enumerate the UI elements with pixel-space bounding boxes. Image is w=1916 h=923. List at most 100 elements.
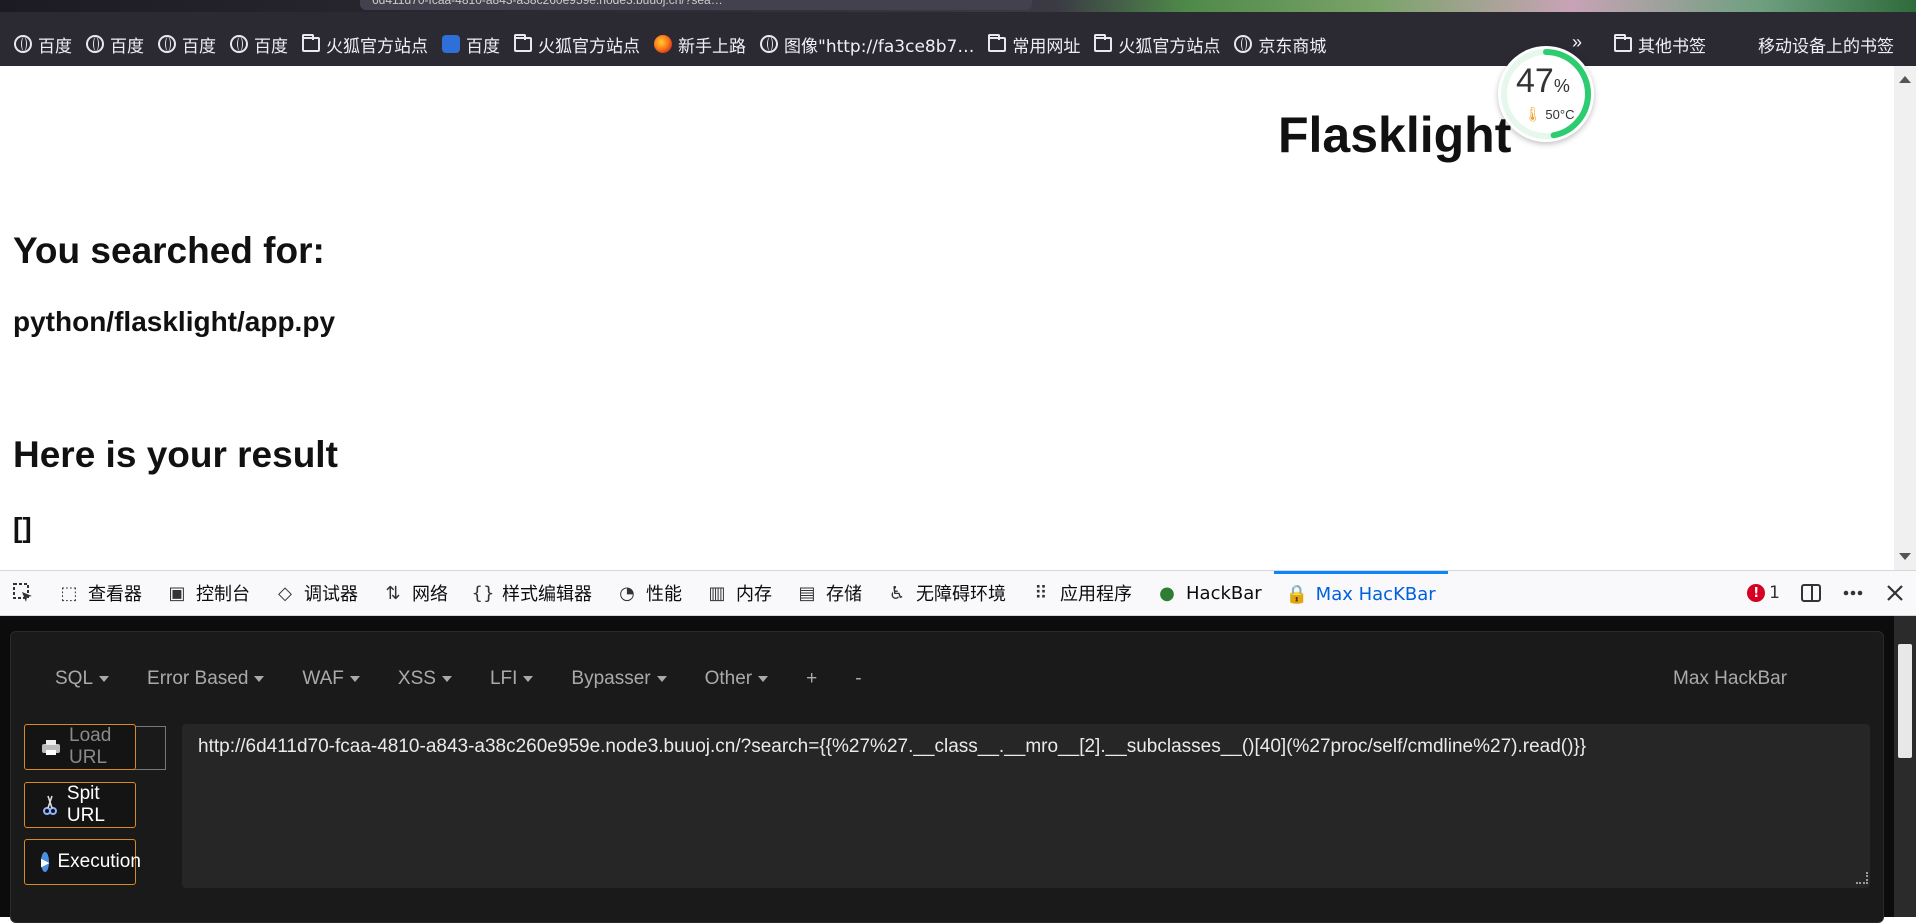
devtools-tab-label: 存储	[826, 584, 862, 605]
inspector-icon: ⬚	[60, 582, 78, 604]
load-url-button[interactable]: Load URL	[24, 724, 136, 770]
folder-icon	[302, 33, 320, 52]
bookmark-item[interactable]: 火狐官方站点	[514, 32, 640, 57]
bookmark-item[interactable]: 火狐官方站点	[1094, 32, 1220, 57]
globe-icon	[158, 35, 176, 53]
hackbar-brand: Max HackBar	[1673, 668, 1788, 689]
bookmark-label: 百度	[110, 36, 144, 57]
hackbar-menu: SQL Error Based WAF XSS LFI Bypasser Other + -	[55, 668, 900, 690]
result-value: []	[13, 512, 32, 543]
other-bookmarks-label: 其他书签	[1638, 37, 1706, 57]
devtools-tab[interactable]: ▣ 控制台	[154, 571, 262, 615]
hackbar-menu-item[interactable]: Other	[705, 668, 769, 690]
devtools-tab[interactable]: ▤ 存储	[784, 571, 874, 615]
bookmark-label: 火狐官方站点	[326, 36, 428, 57]
execute-button[interactable]: ▶ Execution	[24, 839, 141, 885]
error-count-badge[interactable]: ! 1	[1747, 583, 1780, 603]
dropdown-caret-icon	[758, 676, 769, 682]
scroll-down-arrow-icon[interactable]	[1899, 553, 1911, 560]
usage-value: 47	[1516, 62, 1554, 100]
bookmark-item[interactable]: 百度	[14, 32, 72, 57]
hackbar-menu-item[interactable]: WAF	[302, 668, 360, 690]
cpu-usage-widget[interactable]: 47% 🌡 50°C	[1498, 46, 1594, 142]
element-picker-button[interactable]	[0, 582, 46, 604]
scroll-up-arrow-icon[interactable]	[1899, 76, 1911, 83]
bookmark-label: 新手上路	[678, 36, 746, 57]
bookmark-item[interactable]: 京东商城	[1234, 32, 1326, 57]
resize-grip-icon[interactable]	[1856, 872, 1868, 884]
load-url-label: Load URL	[69, 725, 112, 768]
devtools-tab[interactable]: 🔒 Max HacKBar	[1273, 571, 1448, 615]
bookmark-item[interactable]: 百度	[230, 32, 288, 57]
devtools-tab[interactable]: {} 样式编辑器	[460, 571, 604, 615]
url-textarea[interactable]: http://6d411d70-fcaa-4810-a843-a38c260e9…	[182, 724, 1870, 888]
hackbar-menu-item[interactable]: LFI	[490, 668, 534, 690]
hackbar-menu-label: XSS	[397, 668, 436, 689]
folder-icon	[514, 33, 532, 52]
devtools-tab-label: 性能	[646, 584, 682, 605]
more-options-icon[interactable]	[1842, 582, 1864, 604]
result-heading: Here is your result	[13, 434, 338, 475]
devtools-tab-label: 内存	[736, 584, 772, 605]
devtools-tab[interactable]: ⇅ 网络	[370, 571, 460, 615]
hackbar-menu-item[interactable]: XSS	[398, 668, 452, 690]
hackbar-menu-item[interactable]: +	[806, 668, 817, 690]
devtools-tab[interactable]: ● HackBar	[1144, 571, 1274, 615]
hackbar-menu-item[interactable]: SQL	[55, 668, 110, 690]
storage-icon: ▤	[798, 582, 816, 604]
hackbar-menu-item[interactable]: Error Based	[147, 668, 265, 690]
other-bookmarks-folder[interactable]: 其他书签	[1614, 32, 1706, 57]
bookmark-item[interactable]: 常用网址	[988, 32, 1080, 57]
bookmark-label: 火狐官方站点	[538, 36, 640, 57]
console-icon: ▣	[168, 582, 186, 604]
play-icon: ▶	[41, 852, 50, 872]
bookmark-item[interactable]: 火狐官方站点	[302, 32, 428, 57]
page-content: Flasklight You searched for: python/flas…	[0, 66, 1894, 570]
close-devtools-icon[interactable]	[1884, 582, 1906, 604]
devtools-tab[interactable]: ⬚ 查看器	[46, 571, 154, 615]
hackbar-icon: ●	[1159, 582, 1175, 604]
browser-toolbar: 6d411d70-fcaa-4810-a843-a38c260e959e.nod…	[0, 0, 1916, 66]
devtools-tab[interactable]: ⠿ 应用程序	[1018, 571, 1144, 615]
execute-label: Execution	[57, 851, 141, 872]
scrollbar-thumb[interactable]	[1898, 644, 1912, 758]
bookmark-label: 百度	[38, 36, 72, 57]
error-icon: !	[1747, 584, 1766, 602]
folder-icon	[1614, 34, 1632, 52]
memory-icon: ▥	[708, 582, 726, 604]
hackbar-menu-item[interactable]: -	[855, 668, 861, 690]
temperature-value: 50°C	[1545, 107, 1575, 122]
devtools-tab[interactable]: ◇ 调试器	[262, 571, 370, 615]
scissors-icon	[41, 795, 59, 815]
devtools-tab[interactable]: ♿ 无障碍环境	[874, 571, 1018, 615]
dropdown-caret-icon	[99, 676, 110, 682]
devtools-toolbar: ⬚ 查看器 ▣ 控制台 ◇ 调试器 ⇅ 网络 {} 样式编辑器 ◔ 性能 ▥ 内存 ▤ 存储 ♿ 无障碍环境 ⠿ 应用…	[0, 570, 1916, 616]
devtools-tab[interactable]: ◔ 性能	[604, 571, 694, 615]
application-icon: ⠿	[1034, 582, 1048, 604]
bookmark-item[interactable]: 百度	[442, 32, 500, 57]
dock-toggle-icon[interactable]	[1800, 582, 1822, 604]
dropdown-caret-icon	[254, 676, 265, 682]
devtools-tab[interactable]: ▥ 内存	[694, 571, 784, 615]
split-url-label: Spit URL	[66, 783, 105, 826]
usage-unit: %	[1553, 76, 1570, 96]
bookmark-item[interactable]: 新手上路	[654, 32, 746, 57]
devtools-tab-label: 控制台	[196, 584, 250, 605]
dropdown-caret-icon	[441, 676, 452, 682]
hackbar-menu-item[interactable]: Bypasser	[571, 668, 667, 690]
bookmark-item[interactable]: 百度	[86, 32, 144, 57]
firefox-icon	[654, 35, 672, 53]
hackbar-menu-label: -	[855, 668, 862, 689]
mobile-bookmarks[interactable]: 移动设备上的书签	[1758, 32, 1894, 57]
devtools-controls: ! 1	[1747, 571, 1906, 615]
bookmark-label: 图像"http://fa3ce8b7…	[784, 36, 975, 57]
devtools-tab-label: 调试器	[304, 584, 358, 605]
hackbar-scrollbar[interactable]	[1894, 616, 1916, 917]
tab-title[interactable]: 6d411d70-fcaa-4810-a843-a38c260e959e.nod…	[360, 0, 1032, 10]
bookmark-item[interactable]: 图像"http://fa3ce8b7…	[760, 32, 974, 57]
hackbar-menu-label: Other	[704, 668, 753, 689]
page-scrollbar[interactable]	[1894, 66, 1916, 570]
bookmark-item[interactable]: 百度	[158, 32, 216, 57]
split-url-button[interactable]: Spit URL	[24, 782, 136, 828]
devtools-tab-label: 查看器	[88, 584, 142, 605]
